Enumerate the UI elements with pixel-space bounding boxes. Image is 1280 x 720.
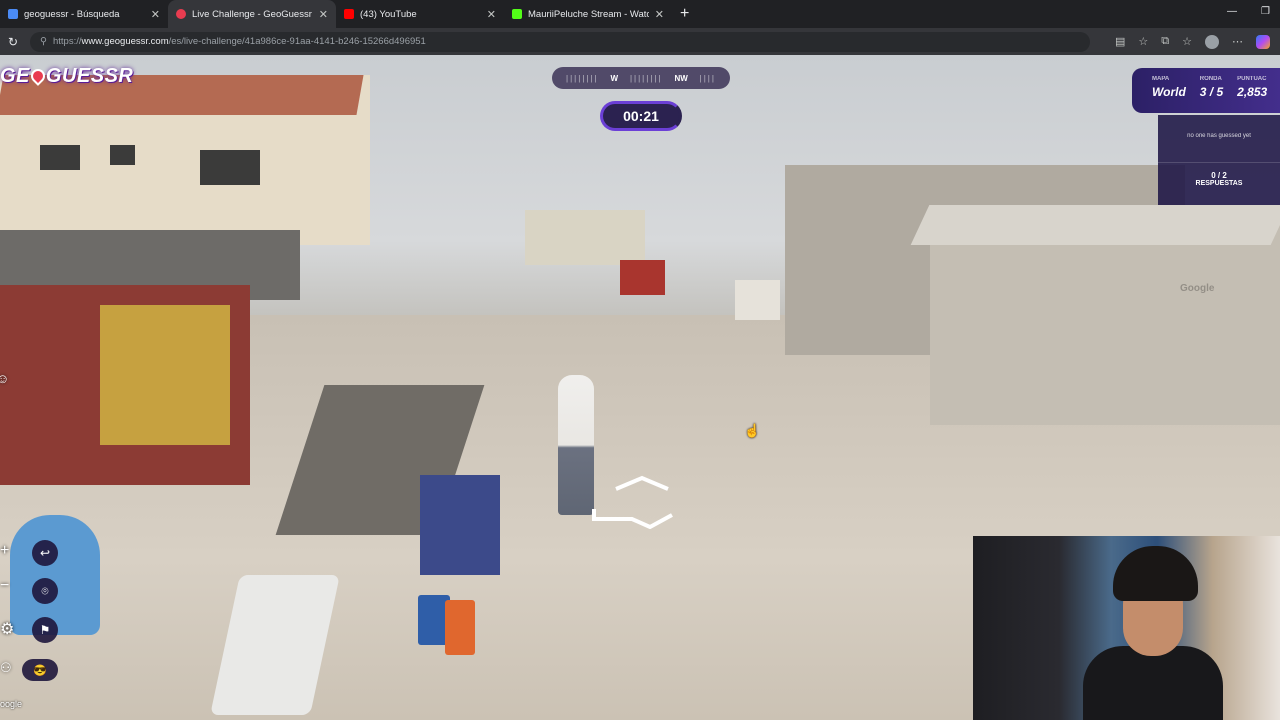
location-pin-icon: ⌾ xyxy=(41,583,49,598)
geoguessr-logo[interactable]: GE GUESSR xyxy=(0,65,133,88)
tab-title: MauriiPeluche Stream - Watch Liv… xyxy=(528,8,649,20)
flag-icon: ⚑ xyxy=(39,623,51,637)
url-text: https://www.geoguessr.com/es/live-challe… xyxy=(52,36,426,47)
guesses-panel: no one has guessed yet 0 / 2 RESPUESTAS xyxy=(1158,115,1280,205)
favorite-star-icon[interactable]: ☆ xyxy=(1138,35,1148,48)
compass-ticks: |||||||| xyxy=(566,73,599,83)
orange-bucket xyxy=(445,600,475,655)
window xyxy=(40,145,80,170)
close-tab-icon[interactable]: ✕ xyxy=(655,8,664,21)
undo-arrow-icon: ↩ xyxy=(39,546,51,560)
close-tab-icon[interactable]: ✕ xyxy=(151,8,160,21)
red-truck xyxy=(620,260,665,295)
tab-geoguessr-search[interactable]: geoguessr - Búsqueda ✕ xyxy=(0,0,168,28)
google-attribution: oogle xyxy=(0,699,23,709)
window xyxy=(200,150,260,185)
no-guesses-text: no one has guessed yet xyxy=(1158,133,1280,163)
map-label: MAPA xyxy=(1152,76,1170,82)
copilot-icon[interactable] xyxy=(1256,34,1270,49)
geoguessr-favicon-icon xyxy=(176,9,186,19)
close-tab-icon[interactable]: ✕ xyxy=(319,8,328,21)
players-icon[interactable]: ⚇ xyxy=(0,660,12,676)
zoom-out-icon[interactable]: − xyxy=(0,577,9,595)
compass-ticks: |||||||| xyxy=(629,73,663,83)
window xyxy=(110,145,135,165)
hand-cursor-icon: ☝ xyxy=(744,423,761,438)
score-label: PUNTUAC xyxy=(1237,76,1267,82)
game-status-panel: MAPA World RONDA 3 / 5 PUNTUAC 2,853 xyxy=(1132,68,1280,113)
extensions-icon[interactable]: ⧉ xyxy=(1161,35,1169,48)
site-info-icon[interactable]: ⚲ xyxy=(40,36,47,47)
collections-icon[interactable]: ☆ xyxy=(1182,35,1192,48)
window-controls: — ❐ xyxy=(1227,6,1270,17)
compass-bar: |||||||| W |||||||| NW |||| xyxy=(552,67,730,89)
guess-count: 0 / 2 xyxy=(1211,171,1227,180)
compass-northwest: NW xyxy=(674,73,688,83)
right-roof xyxy=(910,205,1280,245)
tab-title: geoguessr - Búsqueda xyxy=(24,8,120,20)
tab-title: Live Challenge - GeoGuessr xyxy=(192,8,312,20)
streamer-body xyxy=(1083,646,1223,720)
settings-gear-icon[interactable]: ⚙ xyxy=(0,619,14,639)
move-forward-arrow[interactable] xyxy=(614,475,670,491)
street-view-panorama[interactable]: Google GE GUESSR |||||||| W |||||||| NW |… xyxy=(0,55,1280,720)
minimize-icon[interactable]: — xyxy=(1227,6,1237,17)
url-field[interactable]: ⚲ https://www.geoguessr.com/es/live-chal… xyxy=(30,31,1090,52)
round-timer: 00:21 xyxy=(600,101,682,131)
undo-move-button[interactable]: ↩ xyxy=(32,540,58,566)
responses-label: RESPUESTAS xyxy=(1195,180,1243,187)
reload-icon[interactable]: ↻ xyxy=(2,35,24,49)
google-watermark: Google xyxy=(1180,283,1215,294)
zoom-in-icon[interactable]: + xyxy=(0,542,9,560)
yellow-stall xyxy=(100,305,230,445)
profile-avatar-icon[interactable] xyxy=(1205,34,1219,49)
pedestrian xyxy=(558,375,594,515)
new-tab-button[interactable]: + xyxy=(672,5,697,23)
reader-view-icon[interactable]: ▤ xyxy=(1115,35,1125,48)
tab-title: (43) YouTube xyxy=(360,8,417,20)
restore-icon[interactable]: ❐ xyxy=(1261,6,1270,17)
location-pin-icon xyxy=(28,66,48,86)
close-tab-icon[interactable]: ✕ xyxy=(487,8,496,21)
map-value: World xyxy=(1152,85,1186,99)
youtube-favicon-icon xyxy=(344,9,354,19)
face-icon[interactable]: ☺ xyxy=(0,371,9,386)
score-value: 2,853 xyxy=(1237,85,1268,99)
move-back-arrow[interactable] xyxy=(592,507,676,529)
white-truck xyxy=(735,280,780,320)
tab-kick-stream[interactable]: MauriiPeluche Stream - Watch Liv… ✕ xyxy=(504,0,672,28)
more-menu-icon[interactable]: ⋯ xyxy=(1232,35,1243,48)
distant-house xyxy=(525,210,645,265)
emote-button[interactable]: 😎 xyxy=(22,659,58,681)
tab-youtube[interactable]: (43) YouTube ✕ xyxy=(336,0,504,28)
compass-west: W xyxy=(610,73,619,83)
search-favicon-icon xyxy=(8,9,18,19)
score-stat: PUNTUAC 2,853 xyxy=(1237,76,1267,113)
emoji-icon: 😎 xyxy=(33,664,47,677)
round-label: RONDA xyxy=(1199,76,1222,82)
round-value: 3 / 5 xyxy=(1199,85,1224,99)
streamer-webcam xyxy=(973,536,1280,720)
browser-tab-bar: geoguessr - Búsqueda ✕ Live Challenge - … xyxy=(0,0,1280,28)
round-stat: RONDA 3 / 5 xyxy=(1200,76,1223,113)
checkpoint-flag-button[interactable]: ⚑ xyxy=(32,617,58,643)
map-stat: MAPA World xyxy=(1152,76,1186,113)
kick-favicon-icon xyxy=(512,9,522,19)
return-to-start-button[interactable]: ⌾ xyxy=(32,578,58,604)
hanging-cloth xyxy=(420,475,500,575)
streamer-hair xyxy=(1113,546,1198,601)
tab-live-challenge[interactable]: Live Challenge - GeoGuessr ✕ xyxy=(168,0,336,28)
address-bar-row: ↻ ⚲ https://www.geoguessr.com/es/live-ch… xyxy=(0,28,1280,55)
toolbar-icons: ▤ ☆ ⧉ ☆ ⋯ xyxy=(1115,34,1280,49)
compass-ticks: |||| xyxy=(699,73,716,83)
blue-barrel xyxy=(10,515,100,635)
